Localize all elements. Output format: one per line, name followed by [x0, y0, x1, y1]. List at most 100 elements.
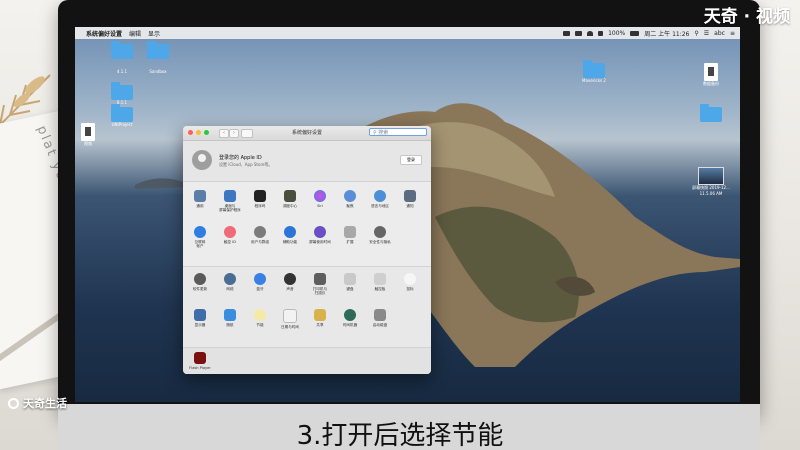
pane-label: 调度中心 [282, 204, 298, 208]
desktop-folder[interactable]: UNIProject [102, 104, 142, 127]
folder-icon [111, 82, 133, 100]
pane-mouse[interactable]: 鼠标 [395, 273, 425, 291]
pane-siri[interactable]: Siri [305, 190, 335, 208]
pane-sound[interactable]: 声音 [275, 273, 305, 291]
desktop-icon-label: 视频 [84, 141, 92, 146]
pane-accessibility[interactable]: 辅助功能 [275, 226, 305, 244]
pane-label: 键盘 [346, 287, 354, 291]
input-source[interactable]: abc [714, 30, 725, 37]
pane-keyboard[interactable]: 键盘 [335, 273, 365, 291]
menu-item-edit[interactable]: 编辑 [129, 29, 141, 38]
desktop-folder[interactable] [691, 104, 731, 122]
pane-trackpad[interactable]: 触控板 [365, 273, 395, 291]
speaker-icon [284, 273, 296, 285]
printer-icon [314, 273, 326, 285]
pane-dock[interactable]: 程序坞 [245, 190, 275, 208]
pane-notifications[interactable]: 通知 [395, 190, 425, 208]
desktop-icon-label: 数据备份 [703, 81, 719, 86]
pane-language-region[interactable]: 语言与地区 [365, 190, 395, 208]
desktop-icon [224, 190, 236, 202]
pane-date-time[interactable]: 日期与时间 [275, 309, 305, 329]
pane-bluetooth[interactable]: 蓝牙 [245, 273, 275, 291]
window-titlebar: ‹ › 系统偏好设置 ⚲ 搜索 [183, 126, 431, 141]
pane-displays[interactable]: 显示器 [185, 309, 215, 327]
pane-general[interactable]: 通用 [185, 190, 215, 208]
pane-label: 日期与时间 [281, 325, 299, 329]
pane-label: 节能 [256, 323, 264, 327]
sharing-icon [314, 309, 326, 321]
spotlight-icon[interactable]: ⚲ [694, 30, 698, 37]
pane-touch-id[interactable]: 触控 ID [215, 226, 245, 244]
mouse-icon [404, 273, 416, 285]
pane-label: 程序坞 [254, 204, 266, 208]
notification-center-icon[interactable]: ≡ [730, 30, 735, 37]
menu-item-view[interactable]: 显示 [148, 29, 160, 38]
pane-label: 触控 ID [223, 240, 237, 244]
volume-icon[interactable] [598, 30, 604, 36]
desktop-folder[interactable]: Sandbox [138, 41, 178, 74]
pane-network[interactable]: 网络 [215, 273, 245, 291]
pane-label: 语言与地区 [371, 204, 389, 208]
menu-app-name[interactable]: 系统偏好设置 [86, 29, 122, 38]
menu-bar: 系统偏好设置 编辑 显示 100% 周二 上午 11:26 ⚲ ☰ abc ≡ [75, 27, 740, 39]
desktop-folder[interactable]: 6.1.1 [102, 82, 142, 105]
clock[interactable]: 周二 上午 11:26 [644, 29, 689, 38]
pane-label: Flash Player [189, 366, 211, 370]
pane-extensions[interactable]: 扩展 [335, 226, 365, 244]
screenshot-thumbnail-icon [698, 167, 724, 185]
status-icon-1[interactable] [563, 30, 571, 36]
search-input[interactable]: ⚲ 搜索 [369, 128, 427, 136]
desktop-folder[interactable]: Mavericks 2 [574, 60, 614, 83]
pane-software-update[interactable]: 软件更新 [185, 273, 215, 291]
pane-label: 网络 [226, 287, 234, 291]
wifi-icon[interactable] [587, 30, 594, 36]
pane-desktop-screensaver[interactable]: 桌面与 屏幕保护程序 [215, 190, 245, 212]
pane-security-privacy[interactable]: 安全性与隐私 [365, 226, 395, 244]
desktop-icon-label: UNIProject [111, 122, 133, 127]
desktop-screenshot[interactable]: 屏幕快照 2019-12... 11.5.06 AM [691, 167, 731, 196]
pane-time-machine[interactable]: 时间机器 [335, 309, 365, 327]
apple-id-title: 登录您的 Apple ID [219, 155, 262, 161]
pane-users-groups[interactable]: 用户与群组 [245, 226, 275, 244]
pane-label: 互联网 帐户 [194, 240, 206, 248]
display-icon [194, 309, 206, 321]
document-icon [81, 123, 95, 141]
prefs-section-other: Flash Player [183, 348, 431, 374]
folder-icon [111, 104, 133, 122]
photo-frame: plat your life 系统偏好设置 编辑 显示 [0, 0, 800, 450]
pane-sidecar[interactable]: 随航 [215, 309, 245, 327]
desktop-icon-label: Mavericks 2 [582, 78, 606, 83]
status-icon-2[interactable] [575, 30, 583, 36]
prefs-section-personal: 通用 桌面与 屏幕保护程序 程序坞 调度中心 Siri 聚焦 语言与地区 通知 … [183, 182, 431, 267]
pane-label: 安全性与隐私 [369, 240, 391, 244]
desktop-document[interactable]: 数据备份 [691, 63, 731, 87]
keyboard-icon [344, 273, 356, 285]
pane-energy-saver[interactable]: 节能 [245, 309, 275, 327]
desktop-folder[interactable]: 4.1.1 [102, 41, 142, 74]
battery-icon[interactable] [630, 30, 640, 36]
pane-label: 桌面与 屏幕保护程序 [219, 204, 241, 212]
battery-percent[interactable]: 100% [608, 30, 625, 37]
pane-label: 蓝牙 [256, 287, 264, 291]
prefs-section-hardware: 软件更新 网络 蓝牙 声音 打印机与 扫描仪 键盘 触控板 鼠标 显示器 随航 … [183, 267, 431, 348]
login-button[interactable]: 登录 [400, 155, 422, 165]
pane-label: Siri [317, 204, 323, 208]
pane-startup-disk[interactable]: 启动磁盘 [365, 309, 395, 327]
folder-icon [700, 104, 722, 122]
flash-icon [194, 352, 206, 364]
desktop-document[interactable]: 视频 [75, 123, 108, 147]
avatar [192, 150, 212, 170]
flag-icon [374, 190, 386, 202]
pane-sharing[interactable]: 共享 [305, 309, 335, 327]
pane-mission-control[interactable]: 调度中心 [275, 190, 305, 208]
desktop-icon-label: 4.1.1 [116, 69, 128, 74]
pane-screen-time[interactable]: 屏幕使用时间 [305, 226, 335, 244]
pane-flash-player[interactable]: Flash Player [185, 352, 215, 370]
document-icon [704, 63, 718, 81]
pane-label: 聚焦 [346, 204, 354, 208]
control-icon[interactable]: ☰ [704, 30, 709, 37]
desktop-icon-label: Sandbox [149, 69, 167, 74]
pane-internet-accounts[interactable]: 互联网 帐户 [185, 226, 215, 248]
pane-printers-scanners[interactable]: 打印机与 扫描仪 [305, 273, 335, 295]
pane-spotlight[interactable]: 聚焦 [335, 190, 365, 208]
